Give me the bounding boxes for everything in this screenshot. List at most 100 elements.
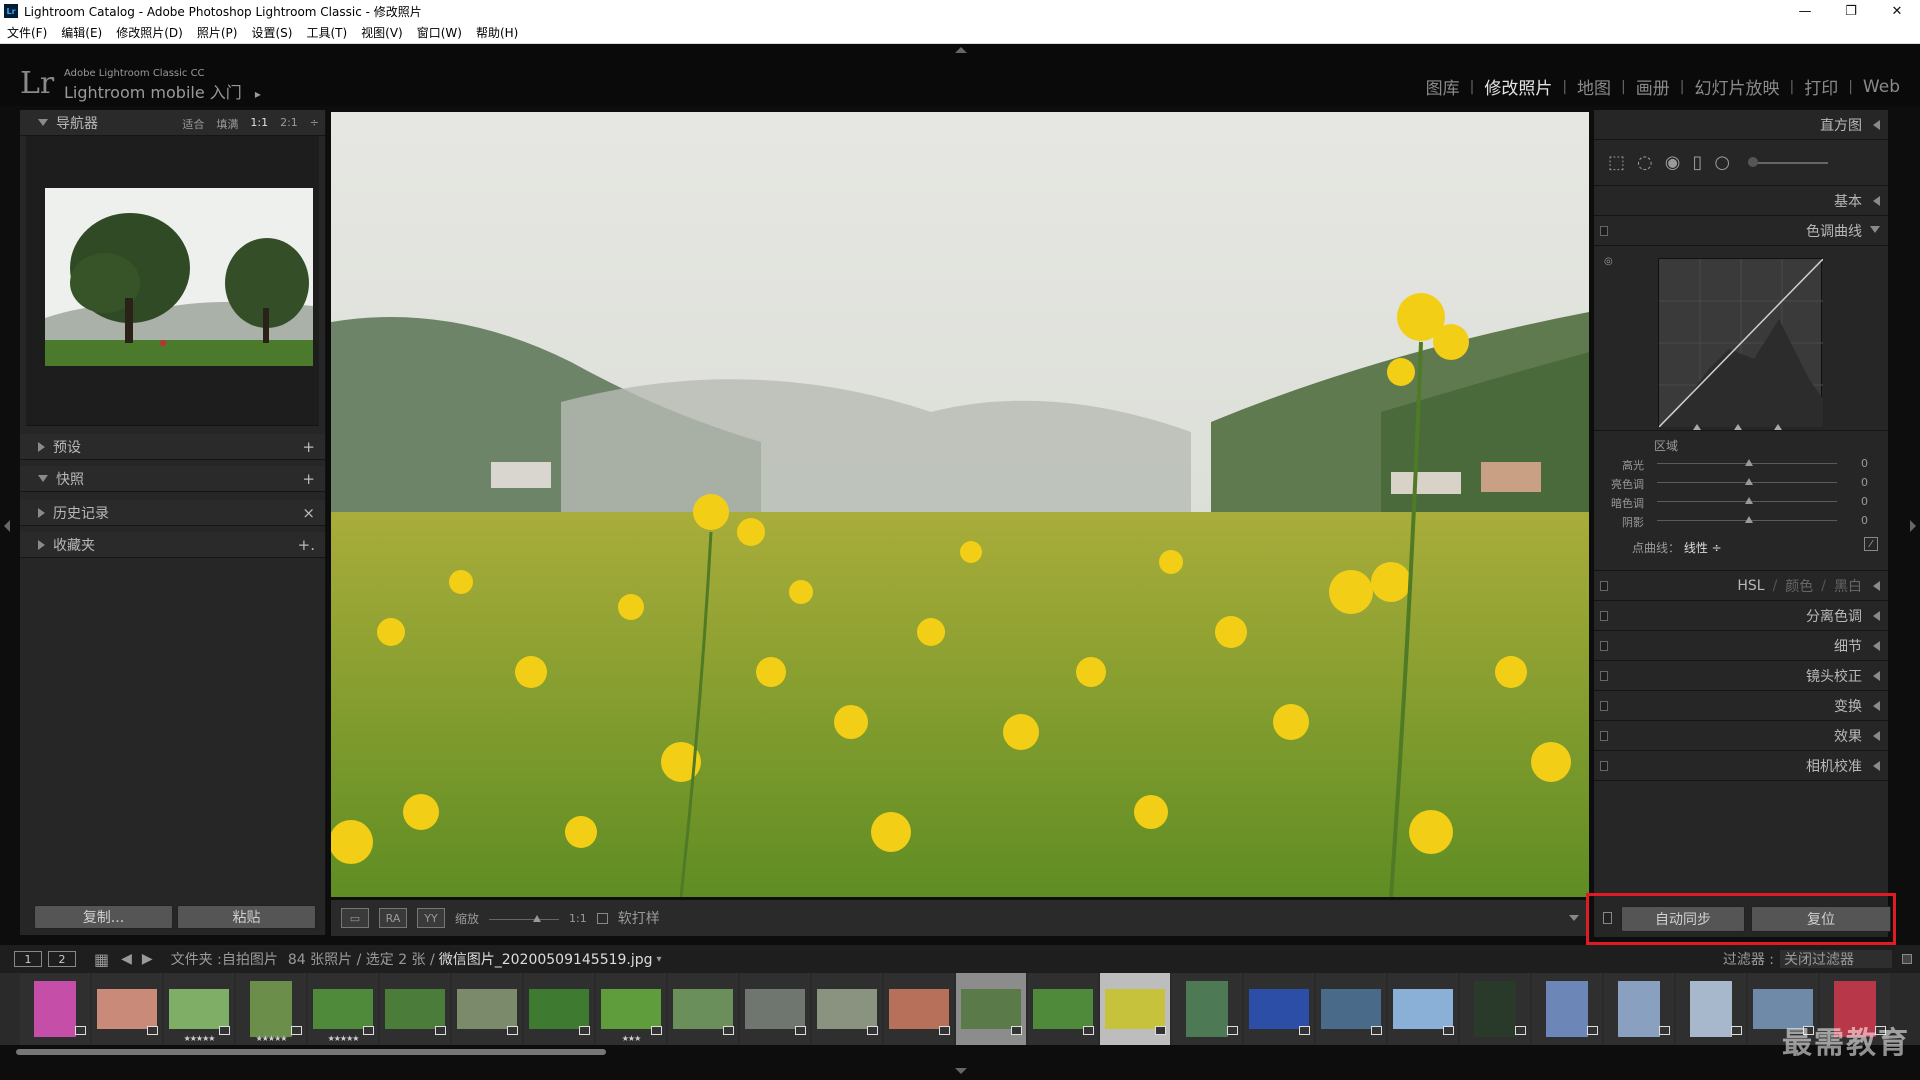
menu-help[interactable]: 帮助(H): [476, 24, 518, 41]
before-after-left-right-icon[interactable]: RA: [379, 908, 407, 928]
filmstrip-thumbnail[interactable]: [1388, 973, 1458, 1045]
zoom-fill[interactable]: 填满: [216, 116, 238, 132]
forward-arrow-icon[interactable]: ▶: [142, 951, 153, 967]
menu-window[interactable]: 窗口(W): [417, 24, 462, 41]
main-image-view[interactable]: [331, 112, 1589, 897]
zoom-slider-knob[interactable]: [533, 915, 542, 922]
red-eye-icon[interactable]: ◉: [1665, 152, 1681, 173]
darks-knob[interactable]: [1745, 497, 1753, 504]
sync-toggle-switch[interactable]: [1603, 912, 1612, 924]
filmstrip-thumbnail[interactable]: [524, 973, 594, 1045]
zoom-1to1[interactable]: 1:1: [250, 116, 268, 132]
transform-header[interactable]: 变换: [1594, 691, 1888, 721]
navigator-header[interactable]: 导航器 适合 填满 1:1 2:1 ÷: [20, 110, 325, 136]
tone-curve-graph[interactable]: [1658, 258, 1824, 428]
graduated-filter-icon[interactable]: ▯: [1692, 152, 1702, 173]
grid-view-icon[interactable]: ▦: [94, 950, 109, 969]
filmstrip-thumbnail[interactable]: [1604, 973, 1674, 1045]
filename-dropdown-icon[interactable]: ▾: [657, 954, 662, 965]
hsl-header[interactable]: HSL / 颜色 / 黑白: [1594, 571, 1888, 601]
softproof-checkbox[interactable]: [596, 912, 608, 924]
panel-toggle-switch[interactable]: [1600, 581, 1608, 591]
filmstrip-thumbnail[interactable]: [740, 973, 810, 1045]
menu-edit[interactable]: 编辑(E): [61, 24, 102, 41]
add-preset-icon[interactable]: +: [302, 438, 315, 456]
menu-file[interactable]: 文件(F): [7, 24, 47, 41]
lens-corrections-header[interactable]: 镜头校正: [1594, 661, 1888, 691]
split-toning-header[interactable]: 分离色调: [1594, 601, 1888, 631]
module-slideshow[interactable]: 幻灯片放映: [1684, 74, 1789, 99]
menu-tools[interactable]: 工具(T): [306, 24, 347, 41]
filmstrip-thumbnail[interactable]: [452, 973, 522, 1045]
filmstrip-thumbnail[interactable]: [380, 973, 450, 1045]
menu-settings[interactable]: 设置(S): [251, 24, 292, 41]
menu-view[interactable]: 视图(V): [361, 24, 403, 41]
color-tab[interactable]: 颜色: [1785, 576, 1813, 596]
panel-toggle-switch[interactable]: [1600, 671, 1608, 681]
secondary-window-button[interactable]: 2: [48, 951, 76, 967]
panel-toggle-switch[interactable]: [1600, 761, 1608, 771]
histogram-header[interactable]: 直方图: [1594, 110, 1888, 140]
shadows-knob[interactable]: [1745, 516, 1753, 523]
clear-history-icon[interactable]: ×: [302, 504, 315, 522]
current-filename[interactable]: 微信图片_20200509145519.jpg: [439, 949, 653, 969]
filmstrip-thumbnail[interactable]: [92, 973, 162, 1045]
snapshots-header[interactable]: 快照 +: [20, 466, 325, 492]
panel-toggle-switch[interactable]: [1600, 641, 1608, 651]
filmstrip-thumbnail[interactable]: ★★★★★: [164, 973, 234, 1045]
before-after-top-bottom-icon[interactable]: YY: [417, 908, 445, 928]
bottom-panel-toggle-icon[interactable]: [955, 1068, 967, 1074]
module-web[interactable]: Web: [1853, 77, 1910, 97]
add-snapshot-icon[interactable]: +: [302, 470, 315, 488]
history-header[interactable]: 历史记录 ×: [20, 500, 325, 526]
left-panel-toggle-icon[interactable]: [4, 520, 10, 532]
highlights-knob[interactable]: [1745, 459, 1753, 466]
top-panel-toggle-icon[interactable]: [955, 47, 967, 53]
lights-slider-row[interactable]: 亮色调 0: [1602, 476, 1872, 491]
filmstrip-thumbnail[interactable]: [812, 973, 882, 1045]
reset-button[interactable]: 复位: [1751, 906, 1891, 932]
back-arrow-icon[interactable]: ◀: [121, 951, 132, 967]
filter-select[interactable]: 关闭过滤器: [1780, 950, 1892, 968]
filmstrip-thumbnail[interactable]: [956, 973, 1026, 1045]
module-map[interactable]: 地图: [1567, 74, 1621, 99]
crop-overlay-icon[interactable]: ⬚: [1608, 152, 1625, 173]
close-button[interactable]: ✕: [1874, 0, 1920, 22]
bw-tab[interactable]: 黑白: [1834, 576, 1862, 596]
darks-slider-row[interactable]: 暗色调 0: [1602, 495, 1872, 510]
filmstrip-thumbnail[interactable]: ★★★★★: [236, 973, 306, 1045]
tonecurve-header[interactable]: 色调曲线: [1594, 216, 1888, 246]
curve-split-marker[interactable]: [1693, 424, 1701, 430]
hsl-tab[interactable]: HSL: [1737, 578, 1764, 594]
lightroom-mobile-link[interactable]: Lightroom mobile 入门 ▸: [64, 79, 261, 103]
lights-knob[interactable]: [1745, 478, 1753, 485]
loupe-view-icon[interactable]: ▭: [341, 908, 369, 928]
filmstrip-thumbnail[interactable]: [1100, 973, 1170, 1045]
module-print[interactable]: 打印: [1794, 74, 1848, 99]
filmstrip-thumbnail[interactable]: ★★★: [596, 973, 666, 1045]
zoom-2to1[interactable]: 2:1: [280, 116, 298, 132]
zoom-more-icon[interactable]: ÷: [310, 116, 319, 132]
filmstrip-thumbnail[interactable]: [1532, 973, 1602, 1045]
detail-header[interactable]: 细节: [1594, 631, 1888, 661]
filmstrip-thumbnail[interactable]: [1028, 973, 1098, 1045]
right-panel-toggle-icon[interactable]: [1910, 520, 1916, 532]
folder-name[interactable]: 自拍图片: [222, 949, 278, 969]
module-develop[interactable]: 修改照片: [1474, 74, 1562, 99]
filmstrip-thumbnail[interactable]: ★★★★★: [308, 973, 378, 1045]
spot-removal-icon[interactable]: ◌: [1637, 152, 1653, 173]
minimize-button[interactable]: —: [1782, 0, 1828, 22]
zoom-fit[interactable]: 适合: [182, 116, 204, 132]
filmstrip-thumbnail[interactable]: [884, 973, 954, 1045]
module-book[interactable]: 画册: [1626, 74, 1680, 99]
navigator-thumbnail[interactable]: [45, 188, 313, 366]
shadows-slider-row[interactable]: 阴影 0: [1602, 514, 1872, 529]
presets-header[interactable]: 预设 +: [20, 434, 325, 460]
filmstrip-thumbnail[interactable]: [668, 973, 738, 1045]
filter-lock-icon[interactable]: [1902, 954, 1912, 964]
module-library[interactable]: 图库: [1416, 74, 1470, 99]
copy-settings-button[interactable]: 复制...: [34, 905, 173, 929]
restore-button[interactable]: ❐: [1828, 0, 1874, 22]
filmstrip-scrollbar[interactable]: [16, 1049, 606, 1055]
panel-toggle-switch[interactable]: [1600, 226, 1608, 236]
